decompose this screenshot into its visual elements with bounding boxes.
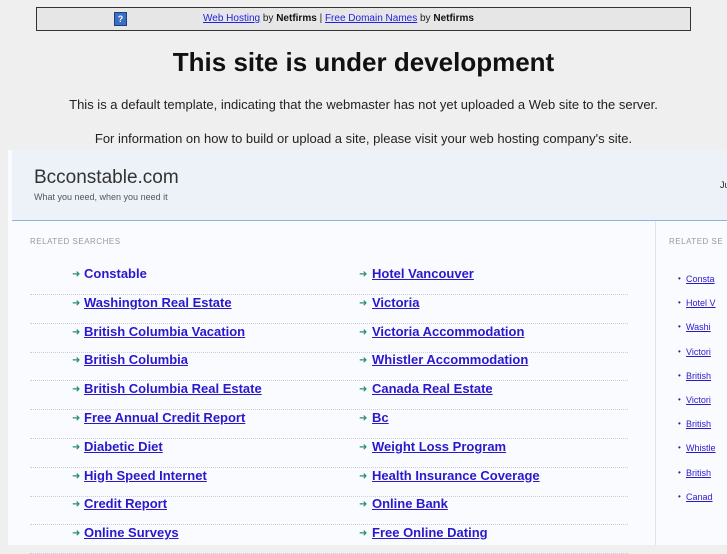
related-link[interactable]: British Columbia Vacation [84, 324, 245, 339]
arrow-icon: ➜ [72, 499, 81, 511]
bullet-icon: • [678, 322, 681, 332]
result-row: ➜ Free Annual Credit Report ➜ Bc [30, 410, 628, 439]
arrow-icon: ➜ [359, 470, 368, 482]
arrow-icon: ➜ [72, 470, 81, 482]
arrow-icon: ➜ [72, 441, 81, 453]
arrow-icon: ➜ [359, 355, 368, 367]
related-link[interactable]: British Columbia [84, 352, 188, 367]
page-title: This site is under development [172, 47, 555, 77]
related-link[interactable]: Health Insurance Coverage [372, 468, 540, 483]
arrow-icon: ➜ [359, 499, 368, 511]
bullet-icon: • [678, 346, 681, 356]
web-hosting-link[interactable]: Web Hosting [203, 13, 260, 24]
help-icon[interactable]: ? [114, 12, 127, 26]
bullet-icon: • [678, 298, 681, 308]
arrow-icon: ➜ [72, 384, 81, 396]
bullet-icon: • [678, 491, 681, 501]
section-label: RELATED SEARCHES [30, 237, 121, 246]
banner-text: Web Hosting by Netfirms | Free Domain Na… [203, 13, 474, 24]
sidebar-link[interactable]: British [686, 468, 711, 478]
arrow-icon: ➜ [72, 297, 81, 309]
result-row: ➜ British Columbia Real Estate ➜ Canada Rea… [30, 381, 628, 411]
result-row: ➜ Constable ➜ Hotel Vancouver [30, 266, 628, 295]
related-link[interactable]: Constable [84, 266, 147, 281]
result-row: ➜ British Columbia Vacation ➜ Victoria Acco… [30, 324, 628, 353]
arrow-icon: ➜ [359, 269, 368, 280]
arrow-icon: ➜ [359, 384, 368, 396]
by-text: by [262, 13, 274, 24]
bullet-icon: • [678, 370, 681, 380]
sidebar-link[interactable]: British [686, 371, 711, 381]
related-link[interactable]: Canada Real Estate [372, 381, 493, 396]
related-link[interactable]: British Columbia Real Estate [84, 381, 262, 396]
related-link[interactable]: Free Online Dating [372, 525, 488, 540]
bullet-icon: • [678, 443, 681, 453]
info-text: For information on how to build or uploa… [94, 131, 633, 146]
result-row: ➜ High Speed Internet ➜ Health Insurance Co… [30, 468, 628, 497]
by-text: by [420, 13, 431, 24]
bullet-icon: • [678, 467, 681, 477]
sidebar-link[interactable]: British [686, 419, 711, 429]
arrow-icon: ➜ [359, 326, 368, 338]
result-row: ➜ Online Surveys ➜ Free Online Dating [30, 525, 628, 554]
related-link[interactable]: Bc [372, 410, 389, 425]
hosting-banner: ? Web Hosting by Netfirms | Free Domain … [36, 7, 691, 31]
related-link[interactable]: High Speed Internet [84, 468, 207, 483]
related-link[interactable]: Victoria Accommodation [372, 324, 524, 339]
site-header: Bcconstable.com What you need, when you … [12, 150, 727, 221]
arrow-icon: ➜ [359, 528, 368, 540]
related-link[interactable]: Online Surveys [84, 525, 179, 540]
brand-text: Netfirms [433, 13, 474, 24]
arrow-icon: ➜ [72, 269, 81, 280]
result-row: ➜ Washington Real Estate ➜ Victoria [30, 295, 628, 324]
related-link[interactable]: Weight Loss Program [372, 439, 506, 454]
separator: | [319, 13, 323, 24]
arrow-icon: ➜ [359, 413, 368, 424]
site-name[interactable]: Bcconstable.com [34, 167, 179, 189]
result-row: ➜ British Columbia ➜ Whistler Accommodation [30, 352, 628, 382]
related-link[interactable]: Whistler Accommodation [372, 352, 528, 367]
parked-page: Bcconstable.com What you need, when you … [8, 150, 727, 554]
bullet-icon: • [678, 274, 681, 283]
sidebar-link[interactable]: Washi [686, 322, 711, 332]
related-link[interactable]: Victoria [372, 295, 419, 310]
free-domain-link[interactable]: Free Domain Names [325, 13, 417, 24]
result-row: ➜ Diabetic Diet ➜ Weight Loss Program [30, 439, 628, 468]
sidebar-link[interactable]: Canad [686, 492, 713, 502]
brand-text: Netfirms [276, 13, 317, 24]
bullet-icon: • [678, 395, 681, 404]
bullet-icon: • [678, 419, 681, 429]
sidebar-link[interactable]: Consta [686, 274, 715, 284]
arrow-icon: ➜ [359, 441, 368, 453]
sidebar-link[interactable]: Whistle [686, 443, 716, 453]
result-row: ➜ Credit Report ➜ Online Bank [30, 496, 628, 526]
related-link[interactable]: Washington Real Estate [84, 295, 232, 310]
sidebar-link[interactable]: Hotel V [686, 298, 716, 308]
date-text: Ju [720, 180, 727, 190]
related-link[interactable]: Free Annual Credit Report [84, 410, 245, 425]
related-searches: RELATED SEARCHES ➜ Constable ➜ Hotel Vancou… [12, 221, 656, 554]
arrow-icon: ➜ [72, 355, 81, 367]
sidebar-link[interactable]: Victori [686, 395, 711, 405]
related-link[interactable]: Hotel Vancouver [372, 266, 474, 281]
site-tagline: What you need, when you need it [34, 192, 168, 202]
related-link[interactable]: Online Bank [372, 496, 448, 511]
arrow-icon: ➜ [72, 326, 81, 338]
sidebar-related: RELATED SE • Consta • Hotel V • Washi • Victori… [668, 221, 727, 545]
arrow-icon: ➜ [359, 297, 368, 309]
related-link[interactable]: Diabetic Diet [84, 439, 163, 454]
intro-text: This is a default template, indicating t… [69, 97, 658, 112]
sidebar-link[interactable]: Victori [686, 347, 711, 357]
arrow-icon: ➜ [72, 528, 81, 540]
related-link[interactable]: Credit Report [84, 496, 167, 511]
sidebar-label: RELATED SE [669, 237, 724, 246]
arrow-icon: ➜ [72, 413, 81, 424]
